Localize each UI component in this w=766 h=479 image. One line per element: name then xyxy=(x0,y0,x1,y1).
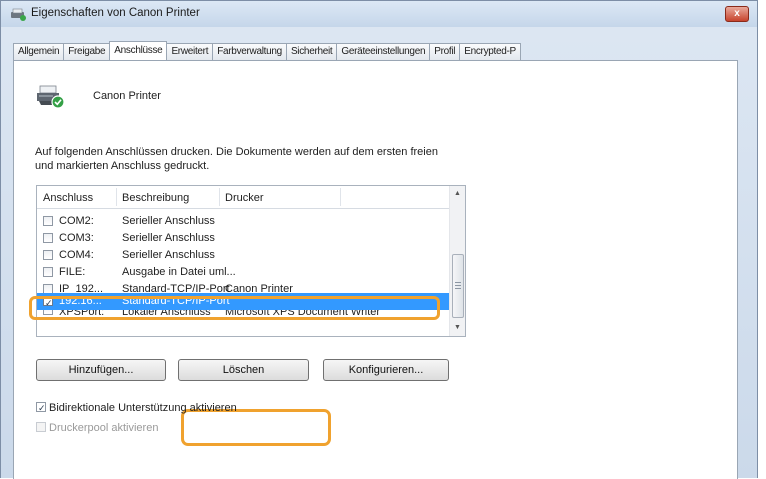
grip-line xyxy=(455,285,461,286)
port-printer: Canon Printer xyxy=(225,283,293,293)
port-checkbox-checked[interactable]: ✓ xyxy=(43,296,53,308)
table-row[interactable]: COM4: Serieller Anschluss xyxy=(37,247,451,264)
scroll-thumb[interactable] xyxy=(452,254,464,318)
column-separator[interactable] xyxy=(340,188,341,206)
printer-icon xyxy=(11,8,26,21)
port-description: Serieller Anschluss xyxy=(122,232,215,244)
tab-encrypted-p[interactable]: Encrypted-P xyxy=(459,43,521,60)
port-name: 192.16... xyxy=(59,295,102,307)
port-checkbox[interactable] xyxy=(43,284,53,293)
port-description: Standard-TCP/IP-Port xyxy=(122,283,230,293)
printer-check-icon xyxy=(37,85,65,109)
port-description: Ausgabe in Datei uml... xyxy=(122,266,236,278)
printer-pool-label: Druckerpool aktivieren xyxy=(49,422,159,434)
column-separator[interactable] xyxy=(219,188,220,206)
bidirectional-checkbox[interactable]: ✓ xyxy=(36,402,46,413)
checkmark-icon: ✓ xyxy=(38,403,46,413)
grip-line xyxy=(455,282,461,283)
table-row[interactable]: COM3: Serieller Anschluss xyxy=(37,230,451,247)
ports-description: Auf folgenden Anschlüssen drucken. Die D… xyxy=(35,146,438,172)
tab-erweitert[interactable]: Erweitert xyxy=(166,43,214,60)
port-name: FILE: xyxy=(59,266,86,278)
port-checkbox[interactable] xyxy=(43,310,53,315)
port-name: XPSPort: xyxy=(59,310,105,318)
table-row-selected[interactable]: ✓ 192.16... Standard-TCP/IP-Port xyxy=(37,293,451,310)
ports-list[interactable]: Anschluss Beschreibung Drucker COM2: Ser… xyxy=(36,185,466,337)
port-name: COM3: xyxy=(59,232,94,244)
table-row[interactable]: XPSPort: Lokaler Anschluss Microsoft XPS… xyxy=(37,310,451,322)
close-icon: x xyxy=(734,8,740,19)
tab-allgemein[interactable]: Allgemein xyxy=(13,43,65,60)
tab-anschluesse[interactable]: Anschlüsse xyxy=(109,41,168,60)
tab-freigabe[interactable]: Freigabe xyxy=(63,43,111,60)
printer-name: Canon Printer xyxy=(93,90,161,102)
table-row[interactable]: FILE: Ausgabe in Datei uml... xyxy=(37,264,451,281)
tab-profil[interactable]: Profil xyxy=(429,43,461,60)
table-row[interactable]: COM2: Serieller Anschluss xyxy=(37,213,451,230)
properties-window: Eigenschaften von Canon Printer x Allgem… xyxy=(0,0,758,479)
column-header-printer[interactable]: Drucker xyxy=(225,192,264,204)
tab-sicherheit[interactable]: Sicherheit xyxy=(285,43,338,60)
column-header-description[interactable]: Beschreibung xyxy=(122,192,189,204)
port-name: COM2: xyxy=(59,215,94,227)
scroll-up-icon[interactable]: ▲ xyxy=(452,188,463,200)
port-checkbox[interactable] xyxy=(43,216,53,226)
list-header: Anschluss Beschreibung Drucker xyxy=(37,186,451,209)
window-title: Eigenschaften von Canon Printer xyxy=(31,7,200,19)
list-scrollbar[interactable]: ▲ ▼ xyxy=(449,186,465,336)
table-row[interactable]: IP_192... Standard-TCP/IP-Port Canon Pri… xyxy=(37,281,451,293)
port-printer: Microsoft XPS Document Writer xyxy=(225,310,381,318)
column-header-port[interactable]: Anschluss xyxy=(43,192,93,204)
tab-geraeteeinstellungen[interactable]: Geräteeinstellungen xyxy=(336,43,431,60)
port-description: Lokaler Anschluss xyxy=(122,310,211,318)
port-description: Serieller Anschluss xyxy=(122,215,215,227)
add-port-button[interactable]: Hinzufügen... xyxy=(36,359,166,381)
port-description: Serieller Anschluss xyxy=(122,249,215,261)
configure-port-button[interactable]: Konfigurieren... xyxy=(323,359,449,381)
printer-pool-option: Druckerpool aktivieren xyxy=(36,421,158,435)
port-name: IP_192... xyxy=(59,283,104,293)
close-button[interactable]: x xyxy=(725,6,749,22)
grip-line xyxy=(455,288,461,289)
tab-strip: Allgemein Freigabe Anschlüsse Erweitert … xyxy=(13,41,521,60)
port-checkbox[interactable] xyxy=(43,233,53,243)
bidirectional-label: Bidirektionale Unterstützung aktivieren xyxy=(49,402,237,414)
scroll-down-icon[interactable]: ▼ xyxy=(452,322,463,334)
delete-port-button[interactable]: Löschen xyxy=(178,359,309,381)
port-name: COM4: xyxy=(59,249,94,261)
bidirectional-option[interactable]: ✓ Bidirektionale Unterstützung aktivieren xyxy=(36,401,237,415)
column-separator[interactable] xyxy=(116,188,117,206)
port-checkbox[interactable] xyxy=(43,250,53,260)
printer-pool-checkbox xyxy=(36,422,46,432)
ports-panel: Canon Printer Auf folgenden Anschlüssen … xyxy=(13,60,738,479)
port-checkbox[interactable] xyxy=(43,267,53,277)
port-description: Standard-TCP/IP-Port xyxy=(122,295,230,307)
title-bar[interactable]: Eigenschaften von Canon Printer x xyxy=(1,1,757,27)
tab-farbverwaltung[interactable]: Farbverwaltung xyxy=(212,43,287,60)
